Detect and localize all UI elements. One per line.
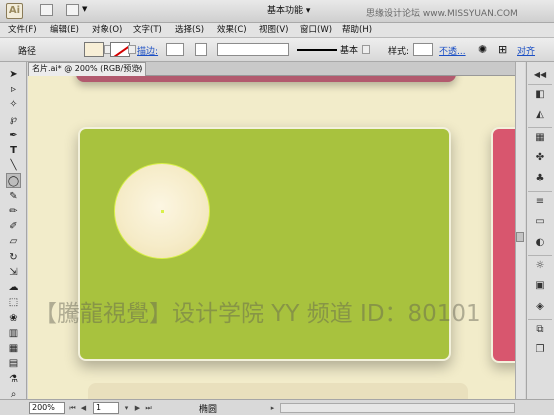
layers-icon[interactable]: ◈ <box>533 300 547 314</box>
mesh-icon[interactable]: ▦ <box>6 341 21 356</box>
app-bar: Ai ▼ 基本功能 ▾ 思缘设计论坛 www.MISSYUAN.COM <box>0 0 554 23</box>
selection-icon[interactable]: ➤ <box>6 67 21 82</box>
menu-file[interactable]: 文件(F) <box>8 24 37 37</box>
menu-window[interactable]: 窗口(W) <box>300 24 332 37</box>
align-options-icon[interactable]: ⊞ <box>498 43 507 56</box>
pen-icon[interactable]: ✒ <box>6 128 21 143</box>
fill-swatch[interactable] <box>84 42 104 57</box>
warp-icon[interactable]: ☁ <box>6 280 21 295</box>
status-menu-icon[interactable]: ▸ <box>268 403 277 413</box>
previous-artboard-icon[interactable]: ◀ <box>79 403 88 413</box>
artboard-dropdown-icon[interactable]: ▾ <box>122 403 131 413</box>
dock-divider <box>528 191 552 192</box>
artboard-number-field[interactable]: 1 <box>93 402 119 414</box>
stroke-panel-icon[interactable]: ≡ <box>533 195 547 209</box>
first-artboard-icon[interactable]: ⏮ <box>68 403 77 413</box>
brush-dropdown[interactable] <box>362 45 370 54</box>
align-link[interactable]: 对齐 <box>517 44 535 57</box>
horizontal-scrollbar[interactable] <box>280 403 515 413</box>
graphic-style-label: 样式: <box>388 47 410 57</box>
swatches-icon[interactable]: ▦ <box>533 131 547 145</box>
gradient-icon[interactable]: ▤ <box>6 356 21 371</box>
dock-divider <box>528 255 552 256</box>
status-bar: 200% ⏮ ◀ 1 ▾ ▶ ⏭ 椭圆 ▸ <box>0 399 554 415</box>
artboards-icon[interactable]: ⧉ <box>533 323 547 337</box>
color-panel-icon[interactable]: ◧ <box>533 88 547 102</box>
menu-help[interactable]: 帮助(H) <box>342 24 372 37</box>
stroke-link[interactable]: 描边: <box>137 44 158 57</box>
bridge-icon[interactable] <box>40 4 53 16</box>
menu-edit[interactable]: 编辑(E) <box>50 24 79 37</box>
symbols-icon[interactable]: ♣ <box>533 172 547 186</box>
eyedropper-icon[interactable]: ⚗ <box>6 372 21 387</box>
variable-width-profile[interactable] <box>217 43 289 56</box>
symbol-sprayer-icon[interactable]: ❀ <box>6 311 21 326</box>
appearance-icon[interactable]: ☼ <box>533 259 547 273</box>
graphic-style-select[interactable] <box>413 43 433 56</box>
card-top-edge[interactable] <box>76 76 456 82</box>
stroke-weight-stepper[interactable] <box>166 43 184 56</box>
selection-type-label: 路径 <box>18 47 37 57</box>
menu-type[interactable]: 文字(T) <box>133 24 162 37</box>
stroke-weight-select[interactable] <box>195 43 207 56</box>
brush-preview-line <box>297 49 337 51</box>
workspace-switcher[interactable]: 基本功能 ▾ <box>263 4 314 19</box>
app-logo: Ai <box>6 3 23 19</box>
line-icon[interactable]: ╲ <box>6 158 21 173</box>
menu-select[interactable]: 选择(S) <box>175 24 204 37</box>
watermark-text: 【騰龍視覺】设计学院 YY 频道 ID：80101 <box>34 301 481 327</box>
stroke-dropdown[interactable] <box>128 45 136 54</box>
pages-icon[interactable]: ❐ <box>533 343 547 357</box>
stroke-swatch[interactable] <box>110 42 130 57</box>
workspace-label: 基本功能 <box>267 6 304 16</box>
ellipse-center-point <box>161 210 164 213</box>
zoom-select[interactable]: 200% <box>29 402 65 414</box>
type-icon[interactable]: T <box>6 143 21 158</box>
brush-definition[interactable]: 基本 <box>340 43 358 56</box>
menu-bar: 文件(F) 编辑(E) 对象(O) 文字(T) 选择(S) 效果(C) 视图(V… <box>0 23 554 38</box>
blob-brush-icon[interactable]: ✐ <box>6 219 21 234</box>
vertical-scrollbar[interactable] <box>515 62 525 399</box>
collapse-panels-icon[interactable]: ◀◀ <box>533 68 547 82</box>
scale-icon[interactable]: ⇲ <box>6 265 21 280</box>
card-bottom-edge[interactable] <box>88 383 468 399</box>
rotate-icon[interactable]: ↻ <box>6 250 21 265</box>
dock-divider <box>528 319 552 320</box>
paintbrush-icon[interactable]: ✎ <box>6 189 21 204</box>
ellipse-icon[interactable]: ◯ <box>6 173 21 188</box>
menu-effect[interactable]: 效果(C) <box>217 24 247 37</box>
transparency-icon[interactable]: ◐ <box>533 236 547 250</box>
color-guide-icon[interactable]: ◭ <box>533 108 547 122</box>
menu-object[interactable]: 对象(O) <box>92 24 122 37</box>
magic-wand-icon[interactable]: ✧ <box>6 97 21 112</box>
lasso-icon[interactable]: ℘ <box>6 112 21 127</box>
close-icon[interactable]: × <box>135 64 143 74</box>
eraser-icon[interactable]: ▱ <box>6 234 21 249</box>
recolor-artwork-icon[interactable]: ✺ <box>478 43 487 56</box>
gradient-panel-icon[interactable]: ▭ <box>533 215 547 229</box>
vertical-scroll-thumb[interactable] <box>516 232 524 242</box>
control-bar: 路径 描边: 基本 样式: 不透... ✺ ⊞ 对齐 <box>0 38 554 62</box>
pink-card[interactable] <box>491 127 515 363</box>
current-tool-status: 椭圆 <box>199 405 218 415</box>
pencil-icon[interactable]: ✏ <box>6 204 21 219</box>
graphic-styles-icon[interactable]: ▣ <box>533 279 547 293</box>
next-artboard-icon[interactable]: ▶ <box>133 403 142 413</box>
last-artboard-icon[interactable]: ⏭ <box>144 403 153 413</box>
document-tab[interactable]: 名片.ai* @ 200% (RGB/预览) <box>28 62 146 76</box>
free-transform-icon[interactable]: ⬚ <box>6 295 21 310</box>
menu-view[interactable]: 视图(V) <box>259 24 288 37</box>
site-watermark: 思缘设计论坛 www.MISSYUAN.COM <box>366 9 518 19</box>
direct-selection-icon[interactable]: ▹ <box>6 82 21 97</box>
brushes-icon[interactable]: ✤ <box>533 151 547 165</box>
opacity-link[interactable]: 不透... <box>439 44 466 57</box>
dock-divider <box>528 127 552 128</box>
chevron-down-icon[interactable]: ▼ <box>82 5 87 13</box>
arrange-documents-icon[interactable] <box>66 4 79 16</box>
graph-icon[interactable]: ▥ <box>6 326 21 341</box>
artboard-canvas[interactable]: 【騰龍視覺】设计学院 YY 频道 ID：80101 <box>28 76 515 399</box>
dock-divider <box>528 84 552 85</box>
